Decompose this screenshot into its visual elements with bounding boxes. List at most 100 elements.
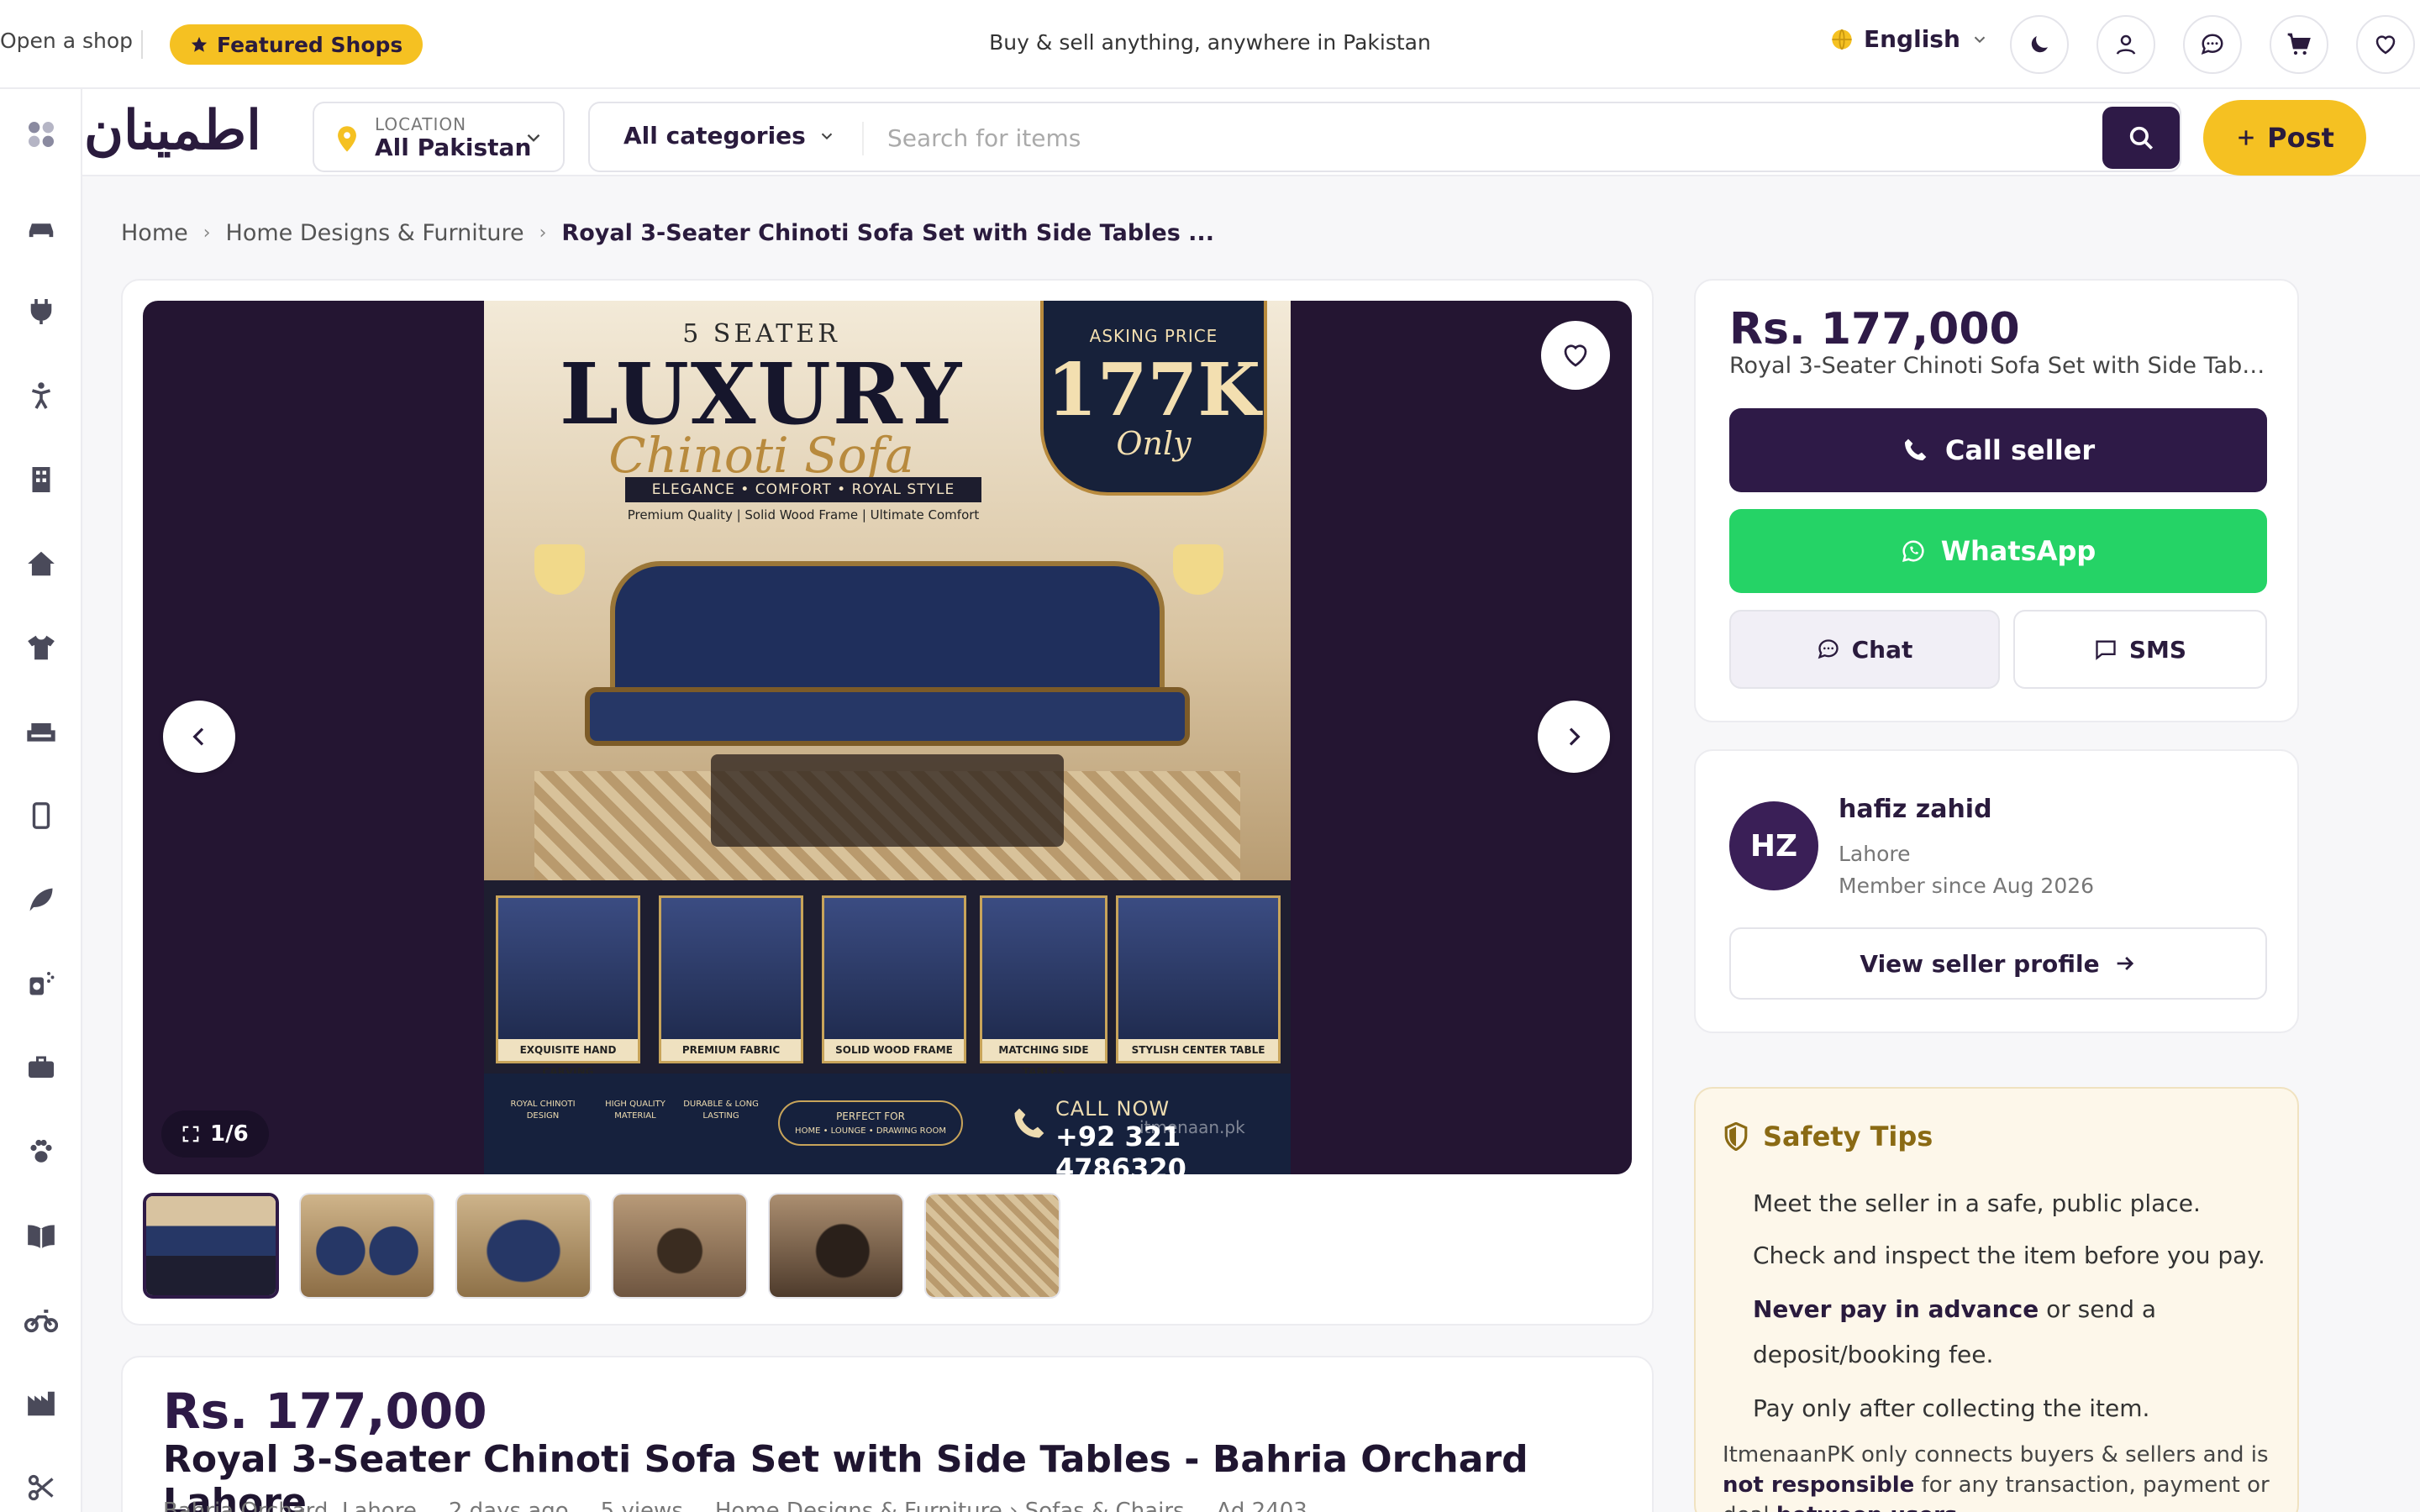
previous-image-button[interactable]	[163, 701, 235, 773]
chevron-left-icon	[192, 727, 204, 746]
chevron-down-icon	[1974, 36, 1986, 43]
meta-category[interactable]: Home Designs & Furniture › Sofas & Chair…	[715, 1499, 1185, 1512]
account-button[interactable]	[2096, 15, 2155, 74]
poster-badge: DURABLE & LONG LASTING	[683, 1100, 759, 1121]
poster-perfect-for: PERFECT FOR HOME • LOUNGE • DRAWING ROOM	[778, 1100, 963, 1146]
chevron-right-icon: ›	[203, 223, 211, 244]
poster-badge: HIGH QUALITY MATERIAL	[605, 1100, 666, 1121]
thumbnail[interactable]	[143, 1193, 279, 1299]
call-seller-label: Call seller	[1944, 434, 2096, 466]
view-profile-label: View seller profile	[1860, 949, 2100, 978]
breadcrumb-home[interactable]: Home	[121, 220, 188, 246]
featured-shops-label: Featured Shops	[217, 32, 403, 57]
dark-mode-toggle[interactable]	[2010, 15, 2069, 74]
seller-member-since: Member since Aug 2026	[1839, 874, 2095, 898]
feature-label: PREMIUM FABRIC	[661, 1039, 801, 1061]
open-shop-link[interactable]: Open a shop	[0, 29, 133, 53]
avatar[interactable]: HZ	[1729, 801, 1818, 890]
save-listing-button[interactable]	[1541, 321, 1610, 390]
book-icon[interactable]	[20, 1215, 62, 1257]
chat-label: Chat	[1851, 635, 1913, 664]
building-icon[interactable]	[20, 459, 62, 501]
meta-ad-id: Ad 2403	[1216, 1499, 1307, 1512]
view-seller-profile-button[interactable]: View seller profile	[1729, 927, 2267, 1000]
appliance-icon[interactable]	[20, 963, 62, 1005]
listing-details-card: Rs. 177,000 Royal 3-Seater Chinoti Sofa …	[121, 1356, 1654, 1512]
safety-tips-panel: Safety Tips Meet the seller in a safe, p…	[1694, 1087, 2299, 1512]
motorcycle-icon[interactable]	[20, 1299, 62, 1341]
poster-only: Only	[1116, 425, 1192, 462]
message-square-icon	[2096, 640, 2116, 660]
shield-icon	[1724, 1122, 1748, 1151]
tshirt-icon[interactable]	[20, 627, 62, 669]
briefcase-icon[interactable]	[20, 1047, 62, 1089]
poster-badge: ROYAL CHINOTI DESIGN	[510, 1100, 576, 1121]
listing-meta: Bahria Orchard, Lahore 2 days ago 5 view…	[163, 1499, 1307, 1512]
poster-premium: Premium Quality | Solid Wood Frame | Ult…	[627, 507, 980, 522]
scissors-icon[interactable]	[20, 1467, 62, 1509]
all-categories-icon[interactable]	[20, 113, 62, 155]
chevron-right-icon: ›	[539, 223, 547, 244]
factory-icon[interactable]	[20, 1383, 62, 1425]
thumbnail[interactable]	[612, 1193, 748, 1299]
cart-button[interactable]	[2270, 15, 2328, 74]
poster-chinoti: Chinoti Sofa	[608, 427, 914, 484]
language-selector[interactable]: English	[1830, 25, 1989, 53]
home-icon[interactable]	[20, 543, 62, 585]
globe-icon	[1832, 29, 1852, 50]
poster-perfect-label: PERFECT FOR	[836, 1110, 905, 1122]
poster-rooms: HOME • LOUNGE • DRAWING ROOM	[795, 1126, 946, 1136]
safety-tip: Check and inspect the item before you pa…	[1753, 1242, 2265, 1269]
call-seller-button[interactable]: Call seller	[1729, 408, 2267, 492]
location-label: LOCATION	[375, 114, 467, 134]
site-logo[interactable]: اطمینان	[84, 99, 263, 162]
feature-label: MATCHING SIDE TABLES	[982, 1039, 1105, 1078]
seller-name[interactable]: hafiz zahid	[1839, 795, 1992, 824]
feature-tile: EXQUISITE HAND CARVING	[496, 895, 640, 1078]
next-image-button[interactable]	[1538, 701, 1610, 773]
meta-time: 2 days ago	[448, 1499, 569, 1512]
listing-image[interactable]: 5 SEATER LUXURY Chinoti Sofa ELEGANCE • …	[484, 301, 1291, 1174]
location-selector[interactable]: LOCATION All Pakistan	[313, 102, 565, 172]
phone-icon[interactable]	[20, 795, 62, 837]
chevron-down-icon	[527, 134, 540, 142]
breadcrumb: Home › Home Designs & Furniture › Royal …	[121, 220, 1214, 246]
feature-tile: STYLISH CENTER TABLE	[1116, 895, 1281, 1063]
featured-shops-button[interactable]: Featured Shops	[170, 24, 424, 65]
fitness-icon[interactable]	[20, 375, 62, 417]
plug-icon[interactable]	[20, 291, 62, 333]
search-input[interactable]	[887, 115, 2064, 160]
thumbnail[interactable]	[455, 1193, 592, 1299]
user-icon	[2116, 34, 2136, 55]
tip-bold: Never pay in advance	[1753, 1295, 2039, 1323]
lamp-shape	[534, 544, 585, 595]
whatsapp-button[interactable]: WhatsApp	[1729, 509, 2267, 593]
paw-icon[interactable]	[20, 1131, 62, 1173]
sms-button[interactable]: SMS	[2013, 610, 2267, 689]
search-icon	[2129, 126, 2154, 150]
breadcrumb-category[interactable]: Home Designs & Furniture	[226, 220, 524, 246]
seller-card: HZ hafiz zahid Lahore Member since Aug 2…	[1694, 749, 2299, 1033]
post-ad-button[interactable]: Post	[2203, 100, 2366, 176]
category-dropdown[interactable]: All categories	[623, 122, 836, 150]
cart-icon	[2287, 33, 2311, 55]
poster-asking: ASKING PRICE	[1089, 326, 1218, 346]
fullscreen-counter-button[interactable]: 1/6	[161, 1110, 269, 1158]
messages-button[interactable]	[2183, 15, 2242, 74]
feature-label: EXQUISITE HAND CARVING	[498, 1039, 638, 1078]
car-icon[interactable]	[20, 207, 62, 249]
sofa-icon[interactable]	[20, 711, 62, 753]
search-button[interactable]	[2102, 107, 2180, 169]
arrow-right-icon	[2117, 957, 2133, 970]
leaf-icon[interactable]	[20, 879, 62, 921]
feature-tile: SOLID WOOD FRAME	[822, 895, 966, 1063]
thumbnail[interactable]	[924, 1193, 1060, 1299]
listing-price: Rs. 177,000	[1729, 304, 2020, 354]
feature-tile: PREMIUM FABRIC	[659, 895, 803, 1063]
feature-tile: MATCHING SIDE TABLES	[980, 895, 1107, 1078]
chat-button[interactable]: Chat	[1729, 610, 2000, 689]
thumbnail[interactable]	[768, 1193, 904, 1299]
thumbnail[interactable]	[299, 1193, 435, 1299]
favorites-button[interactable]	[2356, 15, 2415, 74]
watermark: itmenaan.pk	[1139, 1117, 1245, 1137]
